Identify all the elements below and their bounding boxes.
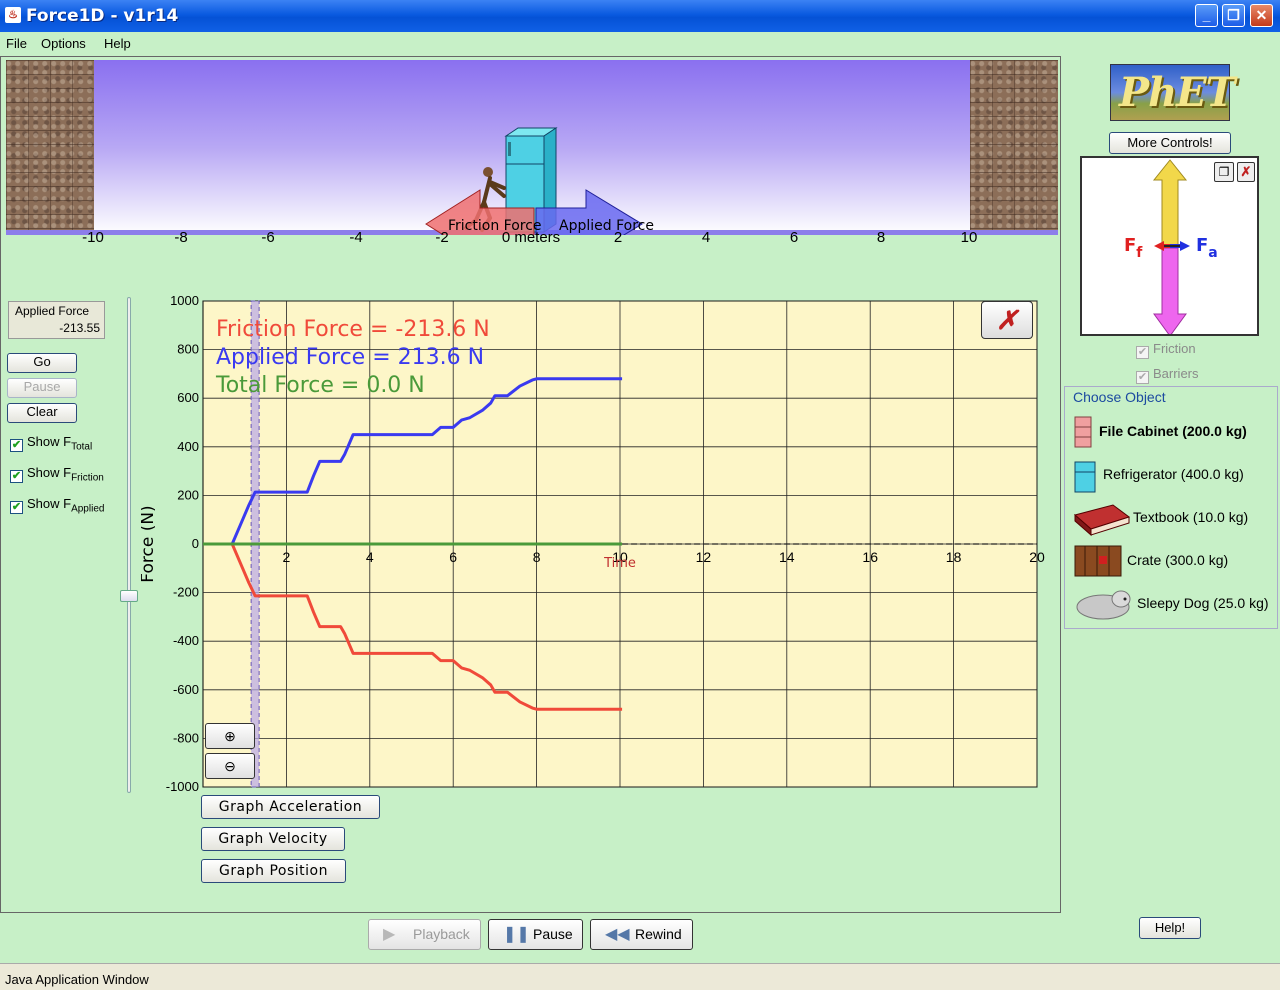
more-controls-button[interactable]: More Controls! [1109,132,1231,154]
axis-label: -2 [435,229,449,246]
y-tick-label: -1000 [166,779,199,794]
graph-acceleration-button[interactable]: Graph Acceleration [201,795,380,819]
axis-label: -10 [82,229,104,246]
java-icon: ♨ [5,7,21,23]
rewind-icon: ◀◀ [605,926,630,943]
show-applied-checkbox[interactable]: ✔ Show FApplied [10,496,104,515]
applied-arrow-label: Applied Force [559,218,654,234]
go-button[interactable]: Go [7,353,77,373]
dog-icon [1076,590,1131,620]
axis-label: 10 [960,229,978,246]
crate-icon [1074,545,1122,577]
x-tick-label: 18 [946,549,962,565]
help-button[interactable]: Help! [1139,917,1201,939]
close-button[interactable]: ✕ [1250,4,1273,27]
x-tick-label: 20 [1029,549,1045,565]
title-bar: ♨ Force1D - v1r14 _ ❐ ✕ [0,0,1280,32]
play-area: Friction Force Applied Force [6,60,1058,235]
axis-label: 0 meters [501,229,561,246]
graph-position-button[interactable]: Graph Position [201,859,346,883]
free-body-diagram: Ff Fa ❐ ✗ [1080,156,1259,337]
friction-readout: Friction Force = -213.6 N [216,317,490,342]
zoom-in-button[interactable]: ⊕ [205,723,255,749]
y-tick-label: -400 [173,633,199,648]
choose-object-panel: Choose Object File Cabinet (200.0 kg) Re… [1064,386,1278,629]
y-tick-label: 800 [177,342,199,357]
axis-label: -8 [174,229,188,246]
y-tick-label: -600 [173,682,199,697]
x-tick-label: 6 [449,549,457,565]
close-graph-button[interactable]: ✗ [981,301,1033,339]
force-graph: 1000 800 600 400 200 0 -200 -400 -600 -800 -1000 2 4… [141,293,1051,805]
y-tick-label: 0 [192,536,199,551]
minimize-button[interactable]: _ [1195,4,1218,27]
maximize-button[interactable]: ❐ [1222,4,1245,27]
pause-icon: ❚❚ [503,926,530,943]
phet-logo[interactable]: PhET [1110,64,1235,121]
x-tick-label: 14 [779,549,795,565]
choose-object-title: Choose Object [1073,389,1169,405]
x-tick-label: 12 [696,549,712,565]
play-icon: ▶ [383,926,396,943]
barriers-checkbox[interactable]: ✔ Barriers [1136,366,1199,384]
axis-label: 2 [613,229,623,246]
x-tick-label: 16 [862,549,878,565]
menu-help[interactable]: Help [104,36,131,51]
axis-label: 4 [701,229,711,246]
menu-options[interactable]: Options [41,36,86,51]
y-tick-label: 200 [177,487,199,502]
y-tick-label: -800 [173,730,199,745]
graph-velocity-button[interactable]: Graph Velocity [201,827,345,851]
x-tick-label: 8 [533,549,541,565]
applied-force-value[interactable]: -213.55 [59,321,100,335]
window-title: Force1D - v1r14 [26,6,179,26]
y-tick-label: 400 [177,439,199,454]
axis-label: -4 [349,229,363,246]
show-friction-checkbox[interactable]: ✔ Show FFriction [10,465,104,484]
simulation-panel: Friction Force Applied Force -10 -8 -6 -… [0,56,1061,913]
x-tick-label: 4 [366,549,374,565]
applied-force-readout: Applied Force -213.55 [8,301,105,339]
x-axis-label: Time [603,556,636,571]
force-slider-thumb[interactable] [120,590,138,602]
textbook-icon [1073,504,1131,537]
axis-label: 8 [876,229,886,246]
svg-text:Ff: Ff [1124,235,1143,261]
force-slider-track[interactable] [127,297,131,793]
menu-bar: File Options Help [0,32,1280,56]
rewind-button[interactable]: ◀◀ Rewind [590,919,693,950]
pause-playback-button[interactable]: ❚❚ Pause [488,919,583,950]
clear-button[interactable]: Clear [7,403,77,423]
status-bar: Java Application Window [0,963,1280,990]
svg-text:Fa: Fa [1196,235,1218,261]
axis-label: 6 [789,229,799,246]
pause-control-button[interactable]: Pause [7,378,77,398]
fbd-close-button[interactable]: ✗ [1237,162,1255,182]
y-tick-label: 1000 [170,293,199,308]
y-tick-label: 600 [177,390,199,405]
show-total-checkbox[interactable]: ✔ Show FTotal [10,434,92,453]
refrigerator-icon [1074,461,1096,493]
scene-objects: Friction Force Applied Force [425,127,654,235]
file-cabinet-icon [1074,416,1092,448]
zoom-out-button[interactable]: ⊖ [205,753,255,779]
y-axis-label: Force (N) [141,505,158,582]
menu-file[interactable]: File [6,36,27,51]
applied-force-label: Applied Force [15,304,90,318]
playback-button[interactable]: ▶ Playback [368,919,481,950]
y-tick-label: -200 [173,585,199,600]
applied-readout: Applied Force = 213.6 N [216,345,485,370]
friction-checkbox[interactable]: ✔ Friction [1136,341,1196,359]
total-readout: Total Force = 0.0 N [216,373,425,398]
x-tick-label: 2 [283,549,291,565]
status-text: Java Application Window [5,972,149,987]
fbd-canvas: Ff Fa [1124,159,1218,337]
axis-label: -6 [261,229,275,246]
fbd-restore-button[interactable]: ❐ [1214,162,1234,182]
